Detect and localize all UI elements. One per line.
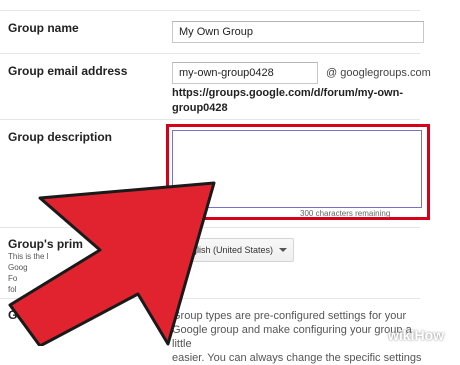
language-help-line3: Fo [8,274,18,283]
email-domain-suffix: @ googlegroups.com [326,67,431,79]
language-select[interactable]: English (United States) [172,238,294,262]
primary-language-divider [0,298,420,299]
group-url-line2: group0428 [172,102,228,114]
group-description-divider [0,227,420,228]
group-email-label: Group email address [8,64,128,78]
group-name-divider [0,53,420,54]
group-name-input[interactable]: My Own Group [172,21,424,43]
language-selected-value: English (United States) [181,245,274,255]
group-description-label: Group description [8,130,113,144]
language-help-line1: This is the l [8,252,49,261]
language-help-line3b: ema [90,274,106,283]
group-url: https://groups.google.com/d/forum/my-own… [172,86,412,116]
primary-language-label: Group's prim [8,237,83,251]
watermark-how: How [414,327,445,343]
group-type-label: Group type [8,308,73,322]
group-type-desc-line3: easier. You can always change the specif… [172,352,422,364]
language-help-line2: Goog [8,263,28,272]
top-divider [0,10,420,11]
group-type-desc-line1: Group types are pre-configured settings … [172,310,407,322]
group-url-line1: https://groups.google.com/d/forum/my-own… [172,87,403,99]
group-name-label: Group name [8,21,79,35]
chevron-down-icon [279,248,287,252]
group-email-divider [0,119,420,120]
group-email-input[interactable]: my-own-group0428 [172,62,318,84]
watermark-wiki: wiki [388,327,415,343]
group-description-textarea[interactable] [172,130,422,208]
chars-remaining-text: 300 characters remaining [300,209,391,218]
language-help-line4: fol [8,285,17,294]
wikihow-watermark: wikiHow [388,327,444,343]
